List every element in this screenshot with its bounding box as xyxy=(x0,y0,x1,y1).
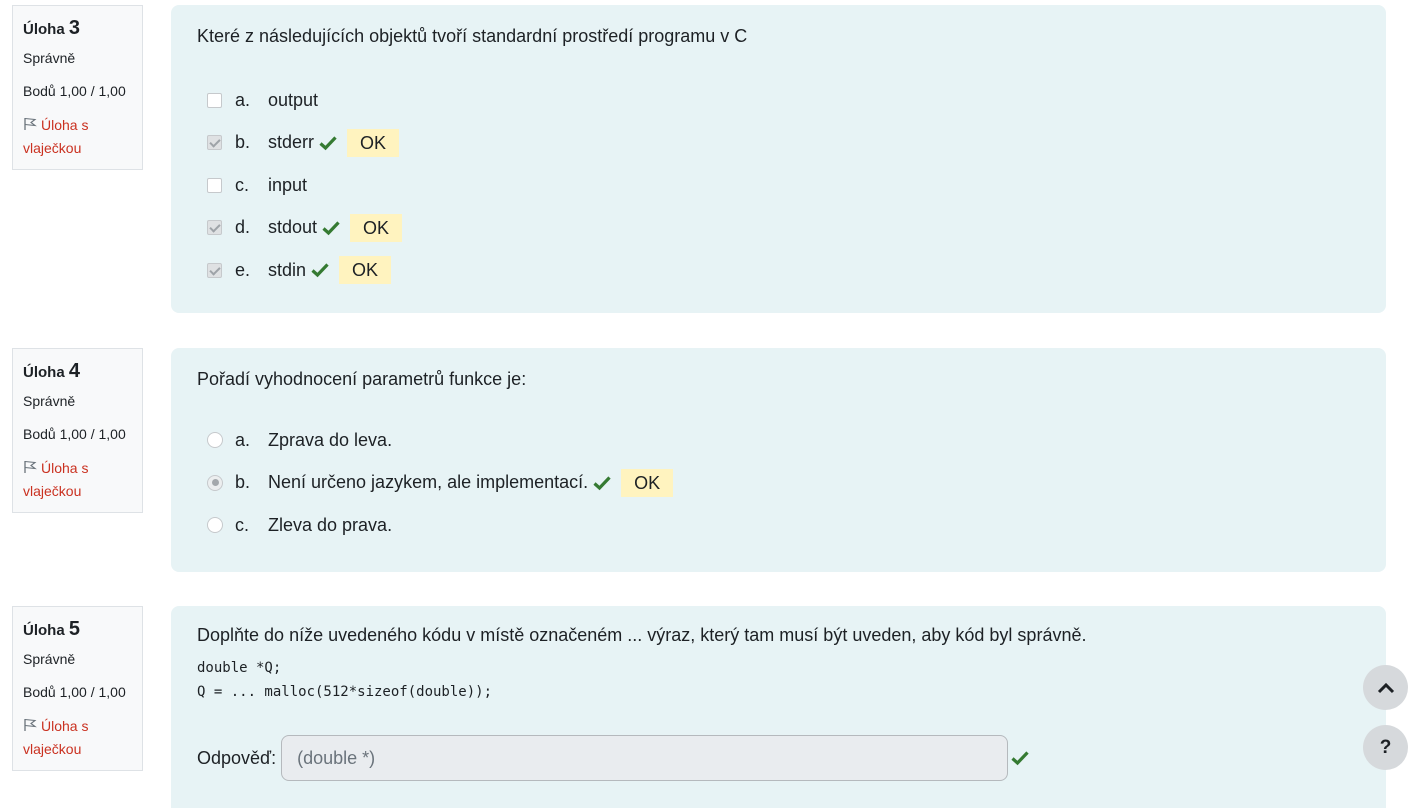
answer-checkbox[interactable] xyxy=(207,262,222,278)
question-grade: Bodů 1,00 / 1,00 xyxy=(23,684,126,700)
chevron-up-icon xyxy=(1377,682,1394,693)
scroll-to-top-button[interactable] xyxy=(1363,665,1408,710)
answer-option[interactable]: b. Není určeno jazykem, ale implementací… xyxy=(197,462,1360,505)
answer-letter: a. xyxy=(235,89,251,110)
code-block: double *Q; Q = ... malloc(512*sizeof(dou… xyxy=(197,656,1360,704)
question-text: Doplňte do níže uvedeného kódu v místě o… xyxy=(197,625,1087,645)
answer-radio[interactable] xyxy=(207,517,223,534)
check-icon xyxy=(1011,750,1029,766)
check-icon xyxy=(319,135,337,151)
question-content: Které z následujících objektů tvoří stan… xyxy=(171,5,1386,313)
answer-text: Není určeno jazykem, ale implementací. xyxy=(268,472,589,493)
code-line: Q = ... malloc(512*sizeof(double)); xyxy=(197,684,493,700)
answer-option[interactable]: d. stdout OK xyxy=(197,207,1360,250)
answer-option[interactable]: c. Zleva do prava. xyxy=(197,504,1360,547)
check-icon xyxy=(593,475,611,491)
question-state: Správně xyxy=(23,50,76,66)
answer-feedback: OK xyxy=(621,468,674,497)
flag-question-link[interactable]: Úloha s vlaječkou xyxy=(23,715,132,761)
answer-checkbox[interactable] xyxy=(207,92,222,108)
answer-option[interactable]: a. output xyxy=(197,79,1360,122)
question-number: Úloha 3 xyxy=(23,18,132,40)
answer-text: stdin xyxy=(268,259,307,280)
check-icon xyxy=(311,262,329,278)
flag-question-link[interactable]: Úloha s vlaječkou xyxy=(23,114,132,160)
flag-icon xyxy=(24,718,37,731)
question-text: Které z následujících objektů tvoří stan… xyxy=(197,26,748,46)
flag-icon xyxy=(24,460,37,473)
answer-feedback: OK xyxy=(350,213,403,242)
answer-letter: c. xyxy=(235,514,250,535)
question-label: Úloha xyxy=(23,364,65,381)
answer-text: input xyxy=(268,174,308,195)
answer-letter: c. xyxy=(235,174,250,195)
answer-text: Zprava do leva. xyxy=(268,429,393,450)
help-button-label: ? xyxy=(1379,736,1392,758)
help-button[interactable]: ? xyxy=(1363,725,1408,770)
answer-checkbox[interactable] xyxy=(207,177,222,193)
answer-text: stdout xyxy=(268,217,318,238)
answer-letter: e. xyxy=(235,259,251,280)
question-text: Pořadí vyhodnocení parametrů funkce je: xyxy=(197,369,527,389)
question-info: Úloha 4 Správně Bodů 1,00 / 1,00 Úloha s… xyxy=(12,348,143,513)
answer-text: Zleva do prava. xyxy=(268,514,393,535)
code-line: double *Q; xyxy=(197,660,282,676)
question-info: Úloha 5 Správně Bodů 1,00 / 1,00 Úloha s… xyxy=(12,606,143,771)
question-label: Úloha xyxy=(23,622,65,639)
answer-row: Odpověď: xyxy=(197,735,1360,781)
answer-input[interactable] xyxy=(281,735,1009,781)
question-number-value: 3 xyxy=(68,17,80,39)
question-number: Úloha 4 xyxy=(23,361,132,383)
question-label: Úloha xyxy=(23,21,65,38)
answer-option[interactable]: e. stdin OK xyxy=(197,249,1360,292)
answer-option[interactable]: c. input xyxy=(197,164,1360,207)
answer-radio[interactable] xyxy=(207,474,223,491)
question-grade: Bodů 1,00 / 1,00 xyxy=(23,426,126,442)
answer-checkbox[interactable] xyxy=(207,220,222,236)
answer-text: output xyxy=(268,89,319,110)
answer-feedback: OK xyxy=(339,256,392,285)
answer-list: a. Zprava do leva. b. Není určeno jazyke… xyxy=(197,419,1360,547)
question-number-value: 5 xyxy=(68,618,80,640)
question-grade: Bodů 1,00 / 1,00 xyxy=(23,83,126,99)
answer-checkbox[interactable] xyxy=(207,135,222,151)
question-number-value: 4 xyxy=(68,360,80,382)
flag-question-link[interactable]: Úloha s vlaječkou xyxy=(23,457,132,503)
question-content: Doplňte do níže uvedeného kódu v místě o… xyxy=(171,606,1386,808)
answer-option[interactable]: b. stderr OK xyxy=(197,122,1360,165)
check-icon xyxy=(322,220,340,236)
answer-letter: a. xyxy=(235,429,251,450)
answer-letter: b. xyxy=(235,472,251,493)
question-info: Úloha 3 Správně Bodů 1,00 / 1,00 Úloha s… xyxy=(12,5,143,170)
answer-option[interactable]: a. Zprava do leva. xyxy=(197,419,1360,462)
answer-feedback: OK xyxy=(347,128,400,157)
answer-label: Odpověď: xyxy=(197,747,277,768)
question-state: Správně xyxy=(23,651,76,667)
flag-icon xyxy=(24,117,37,130)
question-content: Pořadí vyhodnocení parametrů funkce je: … xyxy=(171,348,1386,572)
answer-radio[interactable] xyxy=(207,432,223,449)
question-number: Úloha 5 xyxy=(23,619,132,641)
answer-letter: b. xyxy=(235,132,251,153)
answer-letter: d. xyxy=(235,217,251,238)
answer-list: a. output b. stderr OK c. input d. stdou… xyxy=(197,79,1360,292)
answer-text: stderr xyxy=(268,132,315,153)
question-state: Správně xyxy=(23,393,76,409)
